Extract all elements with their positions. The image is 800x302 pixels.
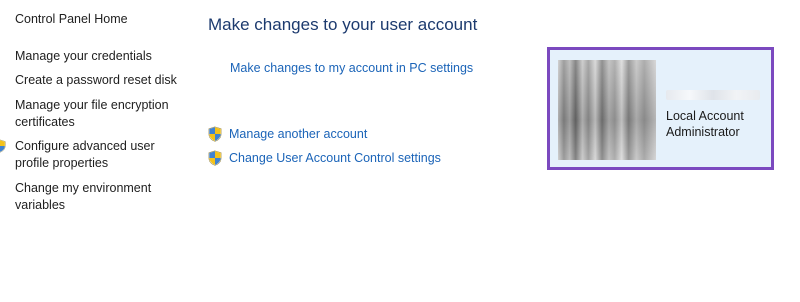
main-panel: Make changes to your user account Make c… — [200, 0, 540, 302]
shield-icon — [208, 126, 222, 142]
redacted-username — [666, 90, 760, 100]
sidebar: Control Panel Home Manage your credentia… — [0, 0, 200, 302]
page-title: Make changes to your user account — [208, 15, 478, 34]
task-manage-another-account[interactable]: Manage another account — [208, 125, 367, 143]
sidebar-item-environment-variables[interactable]: Change my environment variables — [15, 180, 185, 214]
sidebar-item-manage-credentials[interactable]: Manage your credentials — [15, 48, 185, 65]
account-type: Local Account — [666, 109, 744, 123]
pc-settings-link[interactable]: Make changes to my account in PC setting… — [230, 61, 473, 75]
manage-another-account-link[interactable]: Manage another account — [229, 127, 367, 141]
task-change-uac-settings[interactable]: Change User Account Control settings — [208, 149, 441, 167]
account-role: Administrator — [666, 125, 740, 139]
sidebar-item-file-encryption-certificates[interactable]: Manage your file encryption certificates — [15, 97, 185, 131]
shield-icon — [208, 150, 222, 166]
shield-icon — [0, 139, 6, 153]
sidebar-item-advanced-profile-properties[interactable]: Configure advanced user profile properti… — [15, 138, 185, 172]
avatar — [558, 60, 656, 160]
account-card[interactable]: Local Account Administrator — [547, 47, 774, 170]
change-uac-settings-link[interactable]: Change User Account Control settings — [229, 151, 441, 165]
sidebar-item-control-panel-home[interactable]: Control Panel Home — [15, 11, 185, 28]
sidebar-item-password-reset-disk[interactable]: Create a password reset disk — [15, 72, 185, 89]
